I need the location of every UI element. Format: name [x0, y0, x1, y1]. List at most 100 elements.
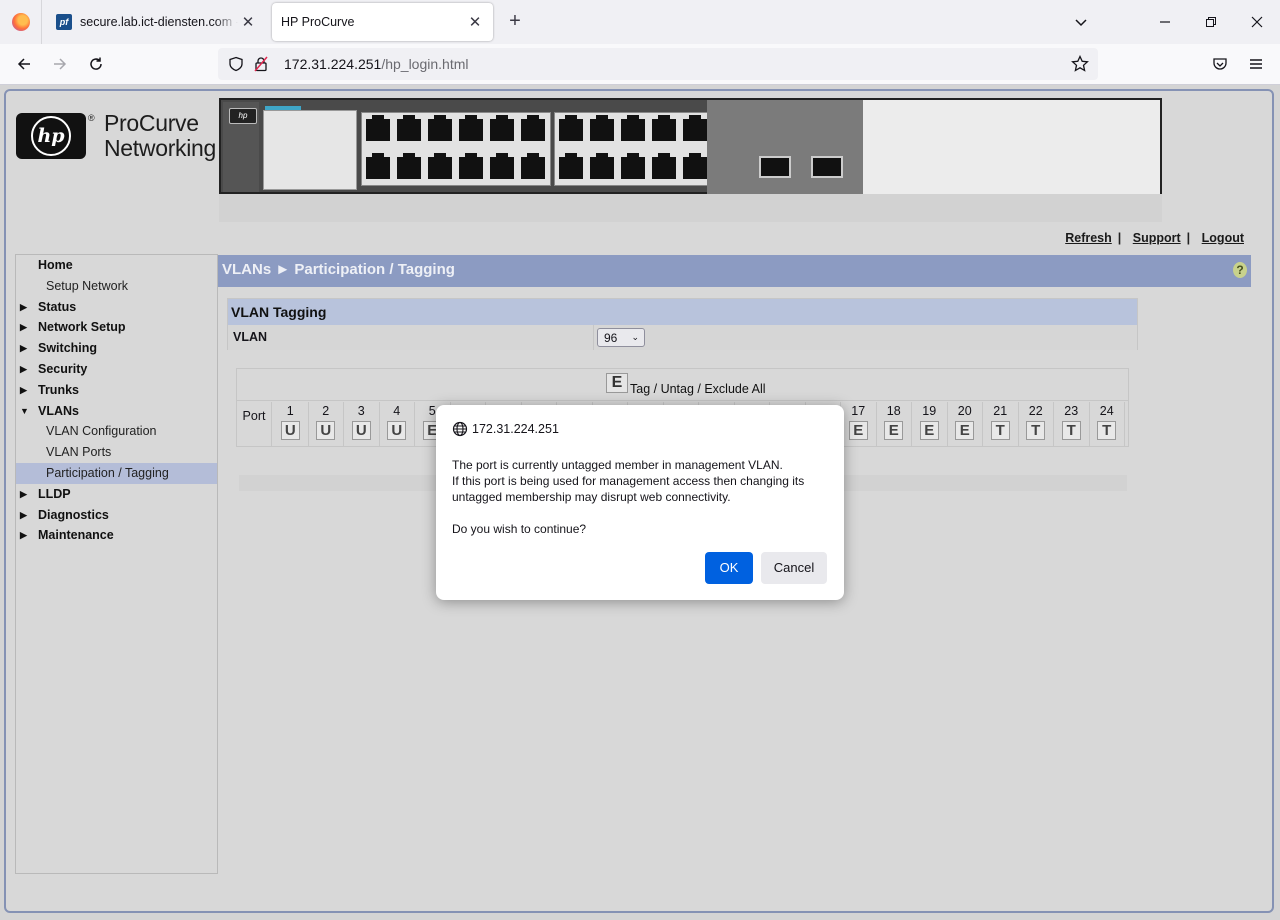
port-cell: 24 T: [1090, 402, 1125, 446]
sidebar-item-network-setup[interactable]: ▶ Network Setup: [16, 317, 217, 338]
hp-logo: hp: [16, 113, 86, 159]
sidebar-item-switching[interactable]: ▶ Switching: [16, 338, 217, 359]
url-text: 172.31.224.251/hp_login.html: [284, 56, 469, 72]
firefox-view-button[interactable]: [0, 0, 42, 44]
port-tag-toggle[interactable]: T: [1097, 421, 1117, 440]
window-close-button[interactable]: [1243, 8, 1271, 36]
url-path: /hp_login.html: [381, 56, 469, 72]
hamburger-menu-icon: [1250, 59, 1262, 69]
port-tag-toggle[interactable]: U: [316, 421, 336, 440]
back-button[interactable]: [9, 50, 39, 78]
sidebar-item-label: Status: [38, 299, 77, 314]
port-tag-toggle[interactable]: U: [387, 421, 407, 440]
sidebar-item-home[interactable]: Home: [16, 255, 217, 276]
site-info-button[interactable]: [250, 56, 272, 72]
tab-title: HP ProCurve: [281, 15, 355, 29]
port-tag-toggle[interactable]: E: [955, 421, 975, 440]
port-number: 2: [322, 404, 330, 418]
port-tag-toggle[interactable]: E: [884, 421, 904, 440]
port-tag-toggle[interactable]: U: [280, 421, 300, 440]
left-navigation: Home Setup Network ▶ Status ▶ Network Setup ▶ S…: [15, 254, 218, 874]
sidebar-subitem-vlan-configuration[interactable]: VLAN Configuration: [16, 421, 217, 442]
reload-icon: [90, 57, 102, 70]
collapsed-arrow-icon: ▶: [20, 343, 27, 354]
sidebar-item-vlans[interactable]: ▼ VLANs: [16, 401, 217, 422]
tag-all-label: Tag / Untag / Exclude All: [630, 382, 766, 396]
restore-icon: [1206, 17, 1216, 27]
help-icon[interactable]: ?: [1233, 262, 1247, 278]
bookmark-button[interactable]: [1068, 52, 1092, 76]
ok-button[interactable]: OK: [705, 552, 753, 584]
sidebar-item-label: VLAN Ports: [46, 445, 112, 460]
port-tag-toggle[interactable]: E: [848, 421, 868, 440]
sidebar-subitem-vlan-ports[interactable]: VLAN Ports: [16, 442, 217, 463]
logout-link[interactable]: Logout: [1202, 231, 1244, 245]
port-tag-toggle[interactable]: E: [919, 421, 939, 440]
port-number: 1: [286, 404, 294, 418]
sidebar-item-label: VLANs: [38, 403, 79, 418]
sidebar-item-lldp[interactable]: ▶ LLDP: [16, 484, 217, 505]
sfp-port: [759, 156, 791, 178]
vlan-select-value: 96: [604, 330, 618, 345]
arrow-left-icon: [17, 58, 30, 70]
app-menu-button[interactable]: [1241, 50, 1271, 78]
sidebar-item-security[interactable]: ▶ Security: [16, 359, 217, 380]
sidebar-item-label: Setup Network: [46, 278, 128, 293]
url-bar[interactable]: 172.31.224.251/hp_login.html: [218, 48, 1098, 80]
refresh-link[interactable]: Refresh: [1065, 231, 1112, 245]
sidebar-item-maintenance[interactable]: ▶ Maintenance: [16, 525, 217, 546]
sidebar-item-diagnostics[interactable]: ▶ Diagnostics: [16, 505, 217, 526]
port-cell: 22 T: [1019, 402, 1054, 446]
globe-icon: [452, 421, 468, 437]
close-icon[interactable]: ✕: [238, 12, 258, 32]
expanded-arrow-icon: ▼: [20, 405, 29, 416]
sidebar-subitem-participation-tagging[interactable]: Participation / Tagging: [16, 462, 217, 484]
switch-ports-1-12: [361, 112, 551, 186]
port-number: 23: [1064, 404, 1079, 418]
page-title: VLANs ► Participation / Tagging: [222, 261, 455, 278]
port-tag-toggle[interactable]: T: [990, 421, 1010, 440]
tag-all-button[interactable]: E: [606, 373, 628, 393]
port-cell: 21 T: [983, 402, 1019, 446]
close-icon[interactable]: ✕: [465, 12, 485, 32]
port-tag-toggle[interactable]: T: [1061, 421, 1081, 440]
browser-tab-bar: pf secure.lab.ict-diensten.com - Status …: [0, 0, 1280, 44]
top-links: Refresh | Support | Logout: [1065, 231, 1244, 245]
port-cell: 23 T: [1054, 402, 1090, 446]
page-title-bar: VLANs ► Participation / Tagging ?: [218, 255, 1251, 287]
support-link[interactable]: Support: [1133, 231, 1181, 245]
tracking-protection-button[interactable]: [222, 56, 250, 72]
collapsed-arrow-icon: ▶: [20, 509, 27, 520]
forward-button[interactable]: [45, 50, 75, 78]
port-cell: 18 E: [877, 402, 912, 446]
list-tabs-button[interactable]: [1067, 8, 1095, 36]
sidebar-item-label: LLDP: [38, 486, 71, 501]
port-tag-toggle[interactable]: T: [1026, 421, 1046, 440]
port-tag-toggle[interactable]: U: [351, 421, 371, 440]
new-tab-button[interactable]: +: [503, 10, 527, 34]
tab-status[interactable]: pf secure.lab.ict-diensten.com - Status …: [44, 0, 268, 44]
close-icon: [1251, 16, 1263, 28]
pf-icon: pf: [56, 14, 72, 30]
port-cell: 1U: [273, 402, 309, 446]
tab-title: secure.lab.ict-diensten.com - Status: [80, 15, 238, 29]
cancel-button[interactable]: Cancel: [761, 552, 827, 584]
port-cell: 2U: [309, 402, 344, 446]
procurve-brand: ProCurve Networking: [104, 111, 216, 161]
sidebar-item-status[interactable]: ▶ Status: [16, 297, 217, 318]
registered-mark: ®: [88, 113, 95, 123]
vlan-select[interactable]: 96 ⌄: [597, 328, 645, 347]
minimize-button[interactable]: [1151, 8, 1179, 36]
pocket-icon: [1213, 58, 1227, 70]
reload-button[interactable]: [81, 50, 111, 78]
sfp-port: [811, 156, 843, 178]
sidebar-subitem-setup-network[interactable]: Setup Network: [16, 276, 217, 297]
sidebar-item-trunks[interactable]: ▶ Trunks: [16, 380, 217, 401]
pocket-button[interactable]: [1205, 50, 1235, 78]
restore-button[interactable]: [1197, 8, 1225, 36]
switch-blank-panel: [863, 100, 1160, 194]
port-cell: 4U: [380, 402, 415, 446]
shield-icon: [229, 56, 243, 72]
tab-hp-procurve[interactable]: HP ProCurve ✕: [272, 3, 493, 41]
brand-line-1: ProCurve: [104, 110, 199, 136]
